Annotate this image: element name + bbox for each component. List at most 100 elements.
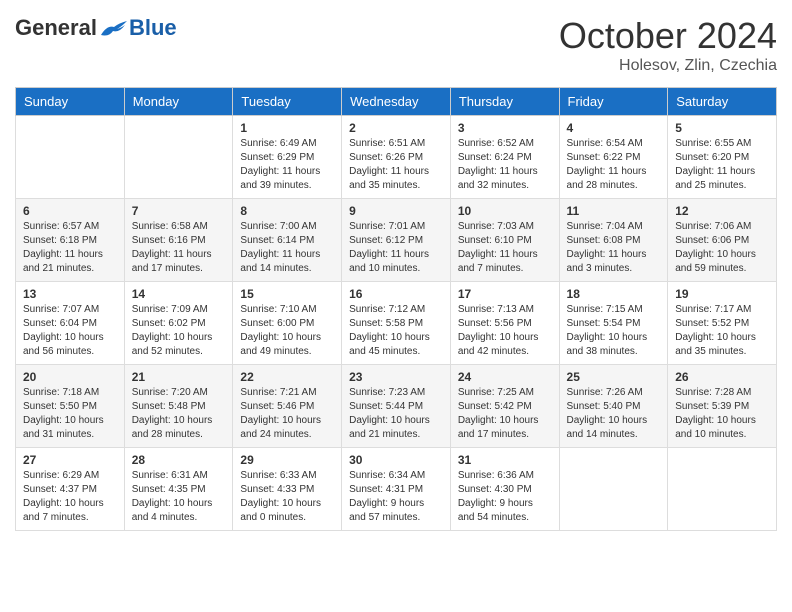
calendar-cell: 28Sunrise: 6:31 AM Sunset: 4:35 PM Dayli… bbox=[124, 448, 233, 531]
day-info: Sunrise: 7:07 AM Sunset: 6:04 PM Dayligh… bbox=[23, 303, 117, 359]
day-info: Sunrise: 6:58 AM Sunset: 6:16 PM Dayligh… bbox=[132, 220, 226, 276]
day-number: 5 bbox=[675, 121, 769, 135]
calendar-cell: 27 Sunrise: 6:29 AM Sunset: 4:37 PM Dayli… bbox=[16, 448, 125, 531]
day-info: Sunrise: 6:29 AM Sunset: 4:37 PM Dayligh… bbox=[23, 469, 117, 525]
day-info: Sunrise: 7:12 AM Sunset: 5:58 PM Dayligh… bbox=[349, 303, 443, 359]
calendar-cell: 26Sunrise: 7:28 AM Sunset: 5:39 PM Dayli… bbox=[668, 365, 777, 448]
weekday-header-tuesday: Tuesday bbox=[233, 88, 342, 116]
calendar-table: SundayMondayTuesdayWednesdayThursdayFrid… bbox=[15, 87, 777, 531]
day-number: 22 bbox=[240, 370, 334, 384]
day-number: 16 bbox=[349, 287, 443, 301]
calendar-cell bbox=[559, 448, 668, 531]
day-info: Sunrise: 7:09 AM Sunset: 6:02 PM Dayligh… bbox=[132, 303, 226, 359]
day-number: 23 bbox=[349, 370, 443, 384]
calendar-cell: 3 Sunrise: 6:52 AM Sunset: 6:24 PM Daylig… bbox=[450, 116, 559, 199]
day-info: Sunrise: 7:13 AM Sunset: 5:56 PM Dayligh… bbox=[458, 303, 552, 359]
calendar-cell: 12Sunrise: 7:06 AM Sunset: 6:06 PM Dayli… bbox=[668, 199, 777, 282]
day-info: Sunrise: 7:00 AM Sunset: 6:14 PM Dayligh… bbox=[240, 220, 334, 276]
day-info: Sunrise: 6:57 AM Sunset: 6:18 PM Dayligh… bbox=[23, 220, 117, 276]
calendar-cell: 20 Sunrise: 7:18 AM Sunset: 5:50 PM Dayli… bbox=[16, 365, 125, 448]
calendar-cell: 22Sunrise: 7:21 AM Sunset: 5:46 PM Dayli… bbox=[233, 365, 342, 448]
day-number: 30 bbox=[349, 453, 443, 467]
weekday-header-wednesday: Wednesday bbox=[342, 88, 451, 116]
calendar-cell: 19 Sunrise: 7:17 AM Sunset: 5:52 PM Dayli… bbox=[668, 282, 777, 365]
day-info: Sunrise: 7:01 AM Sunset: 6:12 PM Dayligh… bbox=[349, 220, 443, 276]
calendar-cell: 24 Sunrise: 7:25 AM Sunset: 5:42 PM Dayli… bbox=[450, 365, 559, 448]
day-number: 13 bbox=[23, 287, 117, 301]
location-text: Holesov, Zlin, Czechia bbox=[559, 57, 777, 75]
weekday-header-monday: Monday bbox=[124, 88, 233, 116]
calendar-cell: 8 Sunrise: 7:00 AM Sunset: 6:14 PM Daylig… bbox=[233, 199, 342, 282]
calendar-cell: 17 Sunrise: 7:13 AM Sunset: 5:56 PM Dayli… bbox=[450, 282, 559, 365]
calendar-cell: 25 Sunrise: 7:26 AM Sunset: 5:40 PM Dayli… bbox=[559, 365, 668, 448]
day-number: 1 bbox=[240, 121, 334, 135]
weekday-header-thursday: Thursday bbox=[450, 88, 559, 116]
weekday-header-saturday: Saturday bbox=[668, 88, 777, 116]
day-number: 6 bbox=[23, 204, 117, 218]
week-row-1: 1 Sunrise: 6:49 AM Sunset: 6:29 PM Daylig… bbox=[16, 116, 777, 199]
calendar-cell bbox=[668, 448, 777, 531]
calendar-cell: 11 Sunrise: 7:04 AM Sunset: 6:08 PM Dayli… bbox=[559, 199, 668, 282]
day-info: Sunrise: 7:23 AM Sunset: 5:44 PM Dayligh… bbox=[349, 386, 443, 442]
week-row-4: 20 Sunrise: 7:18 AM Sunset: 5:50 PM Dayli… bbox=[16, 365, 777, 448]
calendar-cell bbox=[124, 116, 233, 199]
calendar-cell: 31 Sunrise: 6:36 AM Sunset: 4:30 PM Dayli… bbox=[450, 448, 559, 531]
calendar-cell: 15Sunrise: 7:10 AM Sunset: 6:00 PM Dayli… bbox=[233, 282, 342, 365]
calendar-cell: 29 Sunrise: 6:33 AM Sunset: 4:33 PM Dayli… bbox=[233, 448, 342, 531]
logo-bird-icon bbox=[99, 17, 129, 39]
day-info: Sunrise: 7:26 AM Sunset: 5:40 PM Dayligh… bbox=[567, 386, 661, 442]
weekday-header-row: SundayMondayTuesdayWednesdayThursdayFrid… bbox=[16, 88, 777, 116]
day-number: 18 bbox=[567, 287, 661, 301]
day-number: 11 bbox=[567, 204, 661, 218]
day-number: 29 bbox=[240, 453, 334, 467]
day-info: Sunrise: 6:52 AM Sunset: 6:24 PM Dayligh… bbox=[458, 137, 552, 193]
day-info: Sunrise: 7:18 AM Sunset: 5:50 PM Dayligh… bbox=[23, 386, 117, 442]
calendar-cell: 1 Sunrise: 6:49 AM Sunset: 6:29 PM Daylig… bbox=[233, 116, 342, 199]
calendar-cell: 18 Sunrise: 7:15 AM Sunset: 5:54 PM Dayli… bbox=[559, 282, 668, 365]
day-info: Sunrise: 7:20 AM Sunset: 5:48 PM Dayligh… bbox=[132, 386, 226, 442]
week-row-2: 6 Sunrise: 6:57 AM Sunset: 6:18 PM Daylig… bbox=[16, 199, 777, 282]
calendar-cell: 14 Sunrise: 7:09 AM Sunset: 6:02 PM Dayli… bbox=[124, 282, 233, 365]
calendar-cell: 2Sunrise: 6:51 AM Sunset: 6:26 PM Daylig… bbox=[342, 116, 451, 199]
day-info: Sunrise: 7:17 AM Sunset: 5:52 PM Dayligh… bbox=[675, 303, 769, 359]
day-info: Sunrise: 6:33 AM Sunset: 4:33 PM Dayligh… bbox=[240, 469, 334, 525]
day-info: Sunrise: 6:54 AM Sunset: 6:22 PM Dayligh… bbox=[567, 137, 661, 193]
weekday-header-sunday: Sunday bbox=[16, 88, 125, 116]
calendar-cell: 5Sunrise: 6:55 AM Sunset: 6:20 PM Daylig… bbox=[668, 116, 777, 199]
day-number: 20 bbox=[23, 370, 117, 384]
calendar-cell: 6 Sunrise: 6:57 AM Sunset: 6:18 PM Daylig… bbox=[16, 199, 125, 282]
calendar-cell: 30Sunrise: 6:34 AM Sunset: 4:31 PM Dayli… bbox=[342, 448, 451, 531]
calendar-cell: 21 Sunrise: 7:20 AM Sunset: 5:48 PM Dayli… bbox=[124, 365, 233, 448]
day-info: Sunrise: 7:25 AM Sunset: 5:42 PM Dayligh… bbox=[458, 386, 552, 442]
day-info: Sunrise: 7:10 AM Sunset: 6:00 PM Dayligh… bbox=[240, 303, 334, 359]
day-number: 25 bbox=[567, 370, 661, 384]
day-number: 8 bbox=[240, 204, 334, 218]
day-number: 21 bbox=[132, 370, 226, 384]
day-number: 14 bbox=[132, 287, 226, 301]
day-info: Sunrise: 7:15 AM Sunset: 5:54 PM Dayligh… bbox=[567, 303, 661, 359]
calendar-cell: 7 Sunrise: 6:58 AM Sunset: 6:16 PM Daylig… bbox=[124, 199, 233, 282]
calendar-cell: 10Sunrise: 7:03 AM Sunset: 6:10 PM Dayli… bbox=[450, 199, 559, 282]
calendar-cell: 16 Sunrise: 7:12 AM Sunset: 5:58 PM Dayli… bbox=[342, 282, 451, 365]
logo-blue-text: Blue bbox=[129, 15, 177, 41]
day-number: 3 bbox=[458, 121, 552, 135]
day-number: 27 bbox=[23, 453, 117, 467]
week-row-5: 27 Sunrise: 6:29 AM Sunset: 4:37 PM Dayli… bbox=[16, 448, 777, 531]
calendar-cell: 9Sunrise: 7:01 AM Sunset: 6:12 PM Daylig… bbox=[342, 199, 451, 282]
calendar-cell bbox=[16, 116, 125, 199]
page-header: General Blue October 2024 Holesov, Zlin,… bbox=[15, 15, 777, 75]
day-number: 31 bbox=[458, 453, 552, 467]
day-info: Sunrise: 6:31 AM Sunset: 4:35 PM Dayligh… bbox=[132, 469, 226, 525]
day-number: 24 bbox=[458, 370, 552, 384]
day-info: Sunrise: 6:49 AM Sunset: 6:29 PM Dayligh… bbox=[240, 137, 334, 193]
day-number: 7 bbox=[132, 204, 226, 218]
day-number: 17 bbox=[458, 287, 552, 301]
month-title: October 2024 bbox=[559, 15, 777, 57]
day-number: 19 bbox=[675, 287, 769, 301]
logo-general-text: General bbox=[15, 15, 97, 41]
day-info: Sunrise: 7:04 AM Sunset: 6:08 PM Dayligh… bbox=[567, 220, 661, 276]
title-block: October 2024 Holesov, Zlin, Czechia bbox=[559, 15, 777, 75]
day-info: Sunrise: 6:36 AM Sunset: 4:30 PM Dayligh… bbox=[458, 469, 552, 525]
day-number: 12 bbox=[675, 204, 769, 218]
calendar-cell: 13 Sunrise: 7:07 AM Sunset: 6:04 PM Dayli… bbox=[16, 282, 125, 365]
